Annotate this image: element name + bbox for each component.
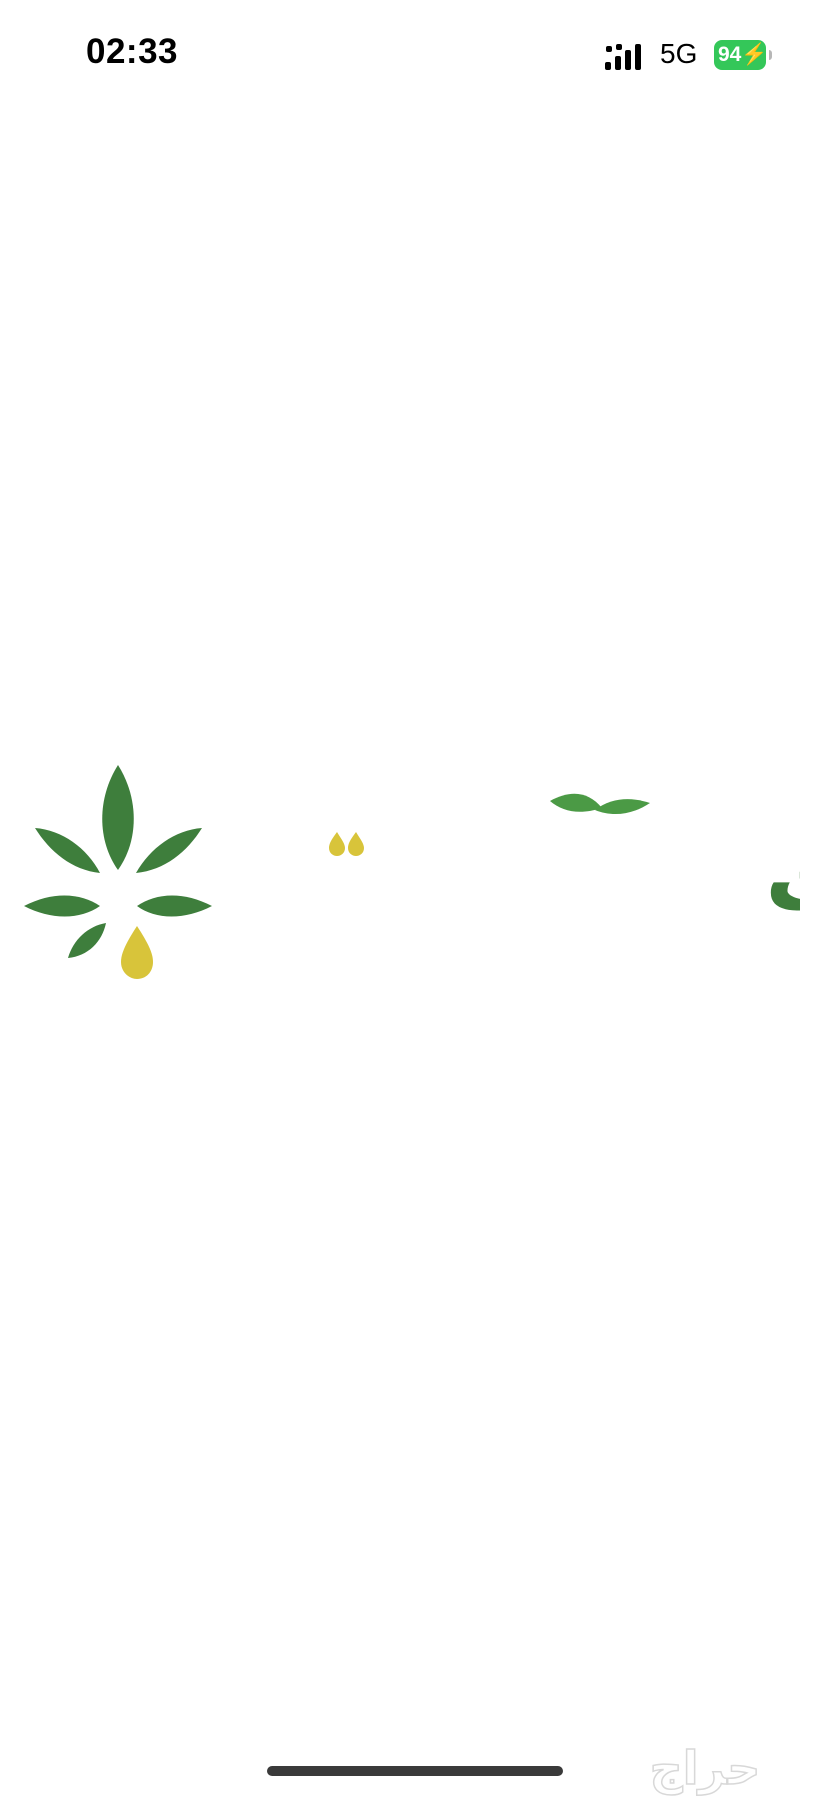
watermark-text: حراج (650, 1741, 761, 1795)
charging-bolt-icon: ⚡ (741, 43, 768, 66)
cellular-signal-icon (605, 44, 641, 70)
battery-tip (769, 50, 772, 60)
brand-wordmark: عشبة وزيت (329, 793, 800, 933)
home-indicator[interactable] (267, 1766, 563, 1776)
network-type: 5G (660, 38, 698, 69)
haraj-watermark: حراج (649, 1740, 761, 1796)
battery-level: 94⚡ (714, 40, 768, 70)
battery-icon: 94⚡ (714, 40, 772, 70)
brand-logo: عشبة وزيت (24, 765, 800, 979)
brand-name: عشبة وزيت (765, 825, 800, 933)
herb-oil-drop-logo-icon (24, 765, 212, 979)
status-time: 02:33 (86, 32, 179, 71)
status-bar: 02:33 5G 94⚡ (0, 0, 832, 110)
battery-percent: 94 (718, 43, 742, 66)
